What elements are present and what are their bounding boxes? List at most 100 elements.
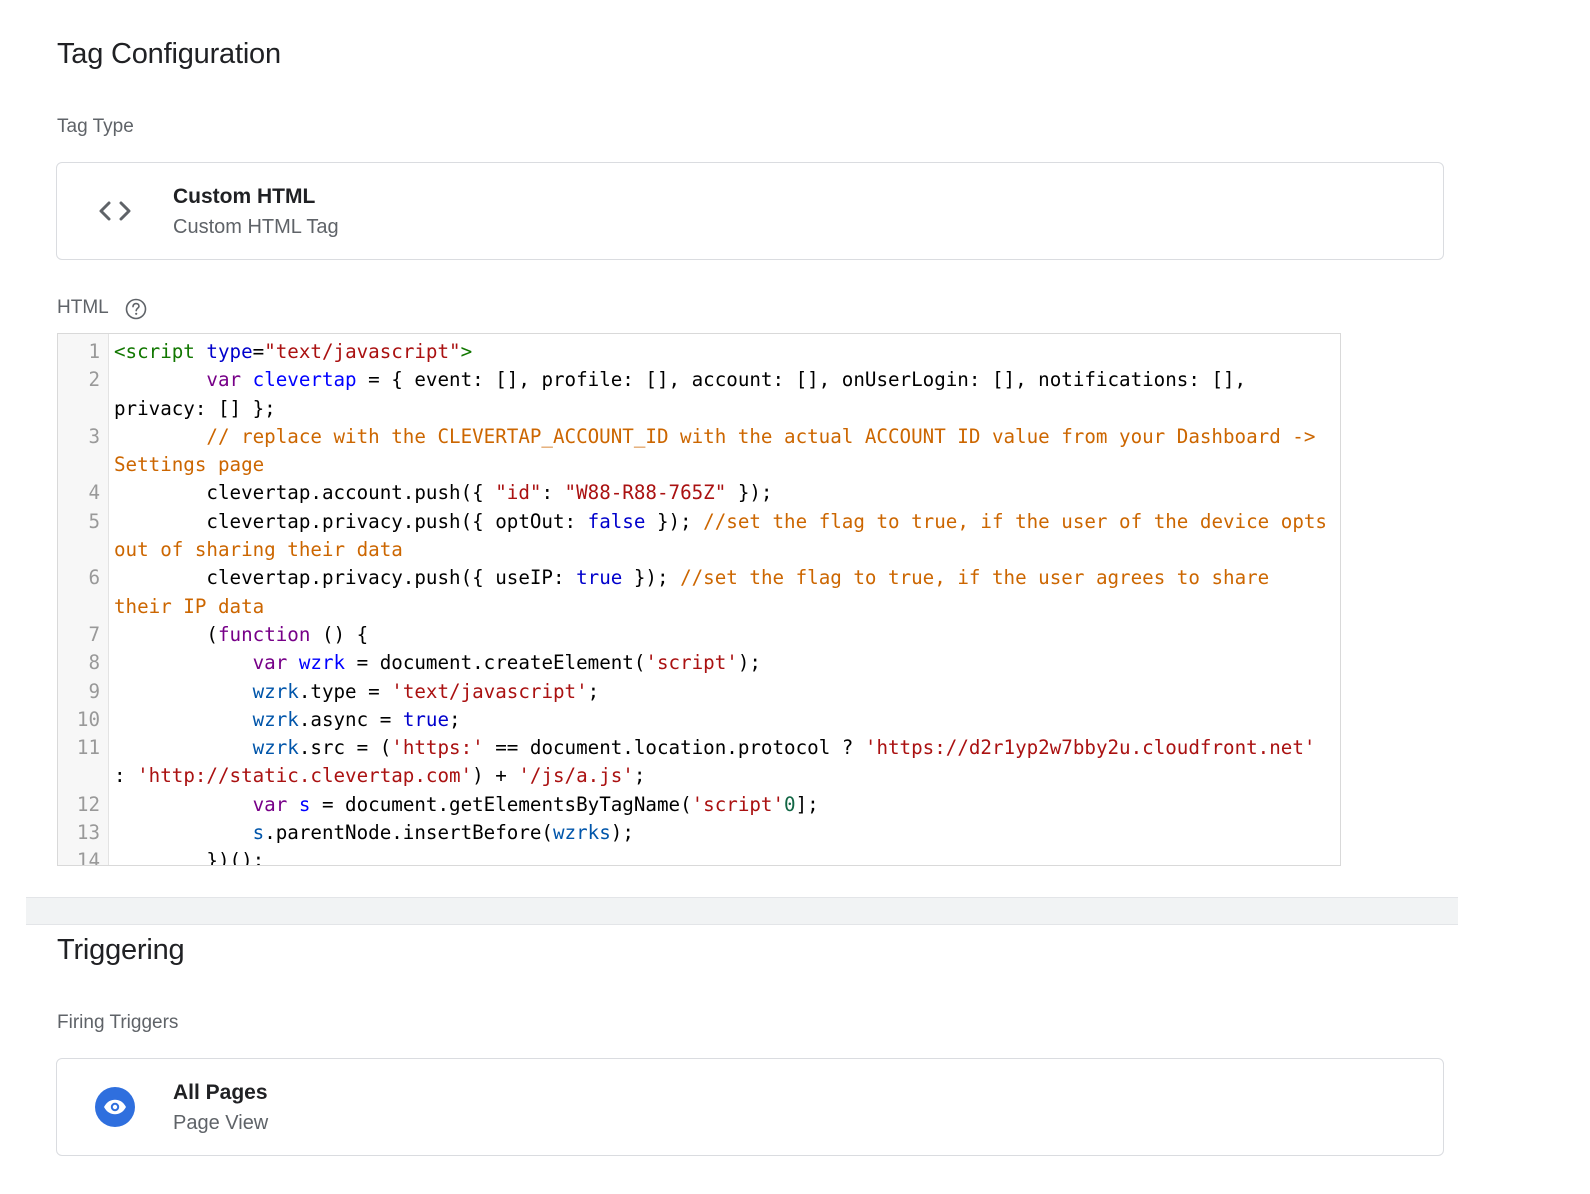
trigger-card-all-pages[interactable]: All Pages Page View	[56, 1058, 1444, 1156]
code-token: wzrk	[252, 679, 299, 703]
code-token: .async =	[298, 707, 403, 731]
line-number: 9	[88, 679, 100, 703]
code-token: :	[541, 481, 565, 505]
code-token: });	[645, 509, 704, 533]
section-divider	[26, 897, 1458, 925]
eye-icon	[93, 1085, 137, 1129]
trigger-name: All Pages	[173, 1081, 268, 1104]
line-number: 8	[88, 651, 100, 675]
code-token: ;	[449, 707, 461, 731]
line-number: 14	[76, 849, 100, 866]
code-token: "W88-R88-765Z"	[564, 481, 727, 505]
html-code-editor[interactable]: 1 <script type="text/javascript"> 2 var cl…	[57, 333, 1341, 866]
line-number: 12	[76, 792, 100, 816]
help-circle-icon[interactable]	[125, 298, 147, 320]
code-token: true	[576, 566, 623, 590]
firing-triggers-label: Firing Triggers	[57, 1012, 179, 1033]
code-token: =	[252, 340, 265, 363]
code-token: 0	[784, 792, 796, 816]
code-line[interactable]: 13 s.parentNode.insertBefore(wzrks);	[58, 819, 1340, 847]
code-line[interactable]: 7 (function () {	[58, 621, 1340, 649]
line-number: 10	[76, 707, 100, 731]
code-token: ) +	[472, 764, 519, 788]
code-token: = document.createElement(	[345, 651, 646, 675]
code-token: ;	[633, 764, 646, 788]
code-token: type	[206, 340, 253, 363]
code-brackets-icon	[93, 189, 137, 233]
trigger-description: Page View	[173, 1112, 269, 1134]
tag-type-label: Tag Type	[57, 116, 134, 137]
code-line[interactable]: 6 clevertap.privacy.push({ useIP: true }…	[58, 564, 1340, 621]
line-number: 3	[88, 424, 100, 448]
code-token: 'https://d2r1yp2w7bby2u.cloudfront.net'	[864, 736, 1316, 760]
code-line[interactable]: 12 var s = document.getElementsByTagName…	[58, 791, 1340, 819]
code-line[interactable]: 9 wzrk.type = 'text/javascript';	[58, 678, 1340, 706]
line-number: 13	[76, 821, 100, 845]
code-token: 'script'	[691, 792, 785, 816]
code-token: var	[252, 651, 299, 675]
code-token: "id"	[495, 481, 542, 505]
code-token: );	[610, 821, 634, 845]
code-token: s	[599, 821, 611, 845]
code-line[interactable]: 4 clevertap.account.push({ "id": "W88-R8…	[58, 479, 1340, 507]
line-number: 11	[76, 736, 100, 760]
code-line[interactable]: 2 var clevertap = { event: [], profile: …	[58, 366, 1340, 423]
line-number: 2	[88, 368, 100, 392]
line-number: 4	[88, 481, 100, 505]
code-token: () {	[310, 622, 369, 646]
code-token: var	[252, 792, 299, 816]
code-token: })();	[114, 849, 265, 866]
code-token: "text/javascript"	[264, 340, 461, 363]
code-content[interactable]: 1 <script type="text/javascript"> 2 var cl…	[58, 338, 1340, 866]
code-token: });	[622, 566, 681, 590]
code-token: wzrk	[252, 707, 299, 731]
code-token: clevertap.privacy.push({ optOut:	[114, 509, 588, 533]
code-token: (	[114, 622, 218, 646]
code-token: .src = (	[298, 736, 392, 760]
code-token: <script	[114, 340, 207, 363]
code-token: function	[217, 622, 311, 646]
trigger-icon-circle	[95, 1087, 135, 1127]
code-token: clevertap	[252, 368, 357, 392]
code-token: .parentNode.insertBefore(	[264, 821, 553, 845]
line-number: 6	[88, 566, 100, 590]
html-label: HTML	[57, 297, 109, 318]
code-token: = document.getElementsByTagName(	[310, 792, 692, 816]
code-line[interactable]: 5 clevertap.privacy.push({ optOut: false…	[58, 508, 1340, 565]
code-token: false	[587, 509, 646, 533]
code-token: .type =	[298, 679, 392, 703]
code-token: 'http://static.clevertap.com'	[137, 764, 473, 788]
code-token: clevertap.account.push({	[114, 481, 496, 505]
code-token: wzrk	[252, 736, 299, 760]
line-number: 1	[88, 340, 100, 363]
line-number: 5	[88, 509, 100, 533]
code-token: == document.location.protocol ?	[483, 736, 865, 760]
code-line[interactable]: 1 <script type="text/javascript">	[58, 338, 1340, 366]
code-token: });	[726, 481, 773, 505]
code-token: ;	[587, 679, 600, 703]
code-token: // replace with the CLEVERTAP_ACCOUNT_ID…	[114, 424, 1327, 477]
code-token: 'text/javascript'	[391, 679, 588, 703]
code-line[interactable]: 11 wzrk.src = ('https:' == document.loca…	[58, 734, 1340, 791]
code-line[interactable]: 3 // replace with the CLEVERTAP_ACCOUNT_…	[58, 423, 1340, 480]
code-line[interactable]: 10 wzrk.async = true;	[58, 706, 1340, 734]
code-token: 'script'	[645, 651, 738, 675]
code-token: var	[206, 368, 253, 392]
code-token: );	[737, 651, 761, 675]
code-token: wzrk	[298, 651, 346, 675]
code-token: s	[252, 821, 265, 845]
tag-type-card[interactable]: Custom HTML Custom HTML Tag	[56, 162, 1444, 260]
tag-type-description: Custom HTML Tag	[173, 216, 339, 238]
code-line[interactable]: 8 var wzrk = document.createElement('scr…	[58, 649, 1340, 677]
code-line[interactable]: 14 })();	[58, 847, 1340, 866]
tag-configuration-title: Tag Configuration	[57, 38, 281, 70]
code-token: s	[298, 792, 311, 816]
